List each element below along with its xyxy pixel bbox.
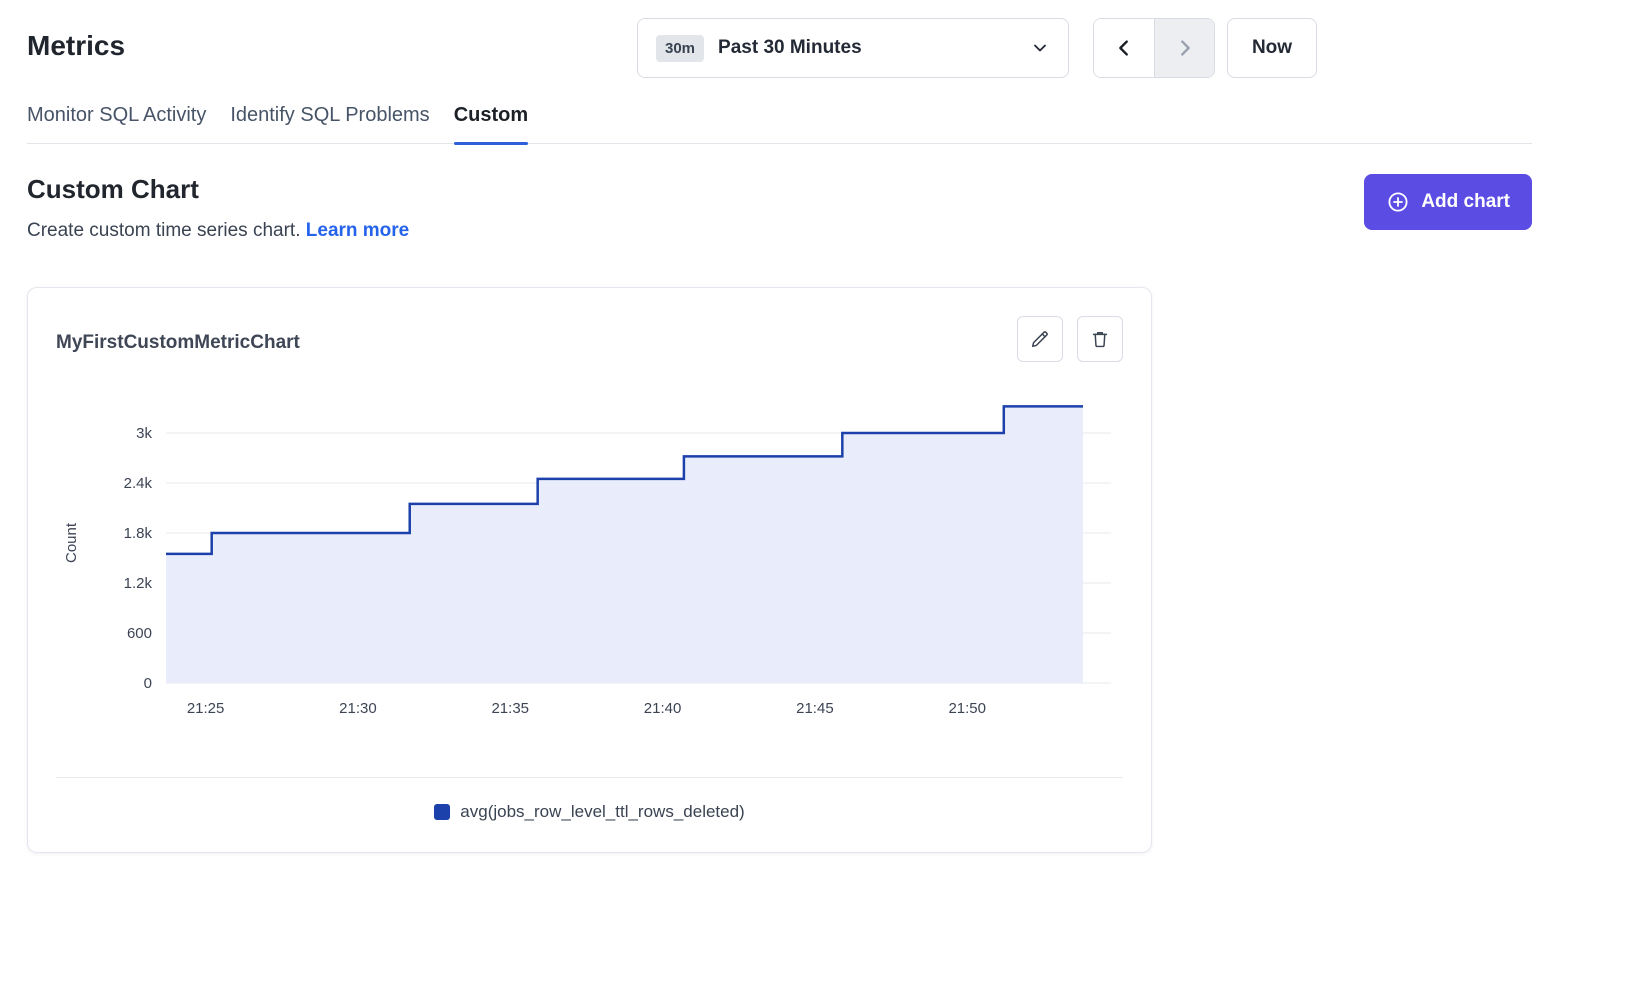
svg-text:3k: 3k <box>136 425 152 442</box>
time-range-label: Past 30 Minutes <box>718 37 1030 59</box>
time-range-dropdown[interactable]: 30m Past 30 Minutes <box>637 18 1069 78</box>
y-axis-label: Count <box>63 522 80 563</box>
now-button[interactable]: Now <box>1227 18 1317 78</box>
time-nav-group <box>1093 18 1215 78</box>
custom-chart-intro: Custom Chart Create custom time series c… <box>27 174 409 242</box>
custom-chart-title: Custom Chart <box>27 174 409 205</box>
plus-circle-icon <box>1386 190 1410 214</box>
time-series-plot: 0 600 1.2k 1.8k 2.4k 3k 21:25 21:30 21:35 21:40 21… <box>56 388 1125 733</box>
chart-card-actions <box>1017 316 1123 362</box>
svg-text:21:45: 21:45 <box>796 700 834 717</box>
custom-chart-header: Custom Chart Create custom time series c… <box>27 174 1532 242</box>
metrics-page: Metrics 30m Past 30 Minutes <box>27 0 1532 853</box>
chevron-right-icon <box>1174 37 1196 59</box>
edit-chart-button[interactable] <box>1017 316 1063 362</box>
top-bar: Metrics 30m Past 30 Minutes <box>27 0 1532 90</box>
custom-metric-chart-card: MyFirstCustomMetricChart 0 600 1.2k 1.8k 2.4… <box>27 287 1152 853</box>
custom-metric-chart[interactable]: 0 600 1.2k 1.8k 2.4k 3k 21:25 21:30 21:35 21:40 21… <box>56 388 1123 733</box>
chevron-left-icon <box>1113 37 1135 59</box>
previous-time-button[interactable] <box>1094 19 1154 77</box>
tab-custom[interactable]: Custom <box>454 104 528 143</box>
time-range-badge: 30m <box>656 35 704 62</box>
legend-series-label: avg(jobs_row_level_ttl_rows_deleted) <box>460 802 744 822</box>
legend-swatch <box>434 804 450 820</box>
svg-text:1.8k: 1.8k <box>124 525 153 542</box>
pencil-icon <box>1029 328 1051 350</box>
svg-text:21:40: 21:40 <box>644 700 682 717</box>
add-chart-label: Add chart <box>1421 191 1510 213</box>
next-time-button[interactable] <box>1154 19 1214 77</box>
learn-more-link[interactable]: Learn more <box>306 220 409 241</box>
subtitle-text: Create custom time series chart. <box>27 220 300 241</box>
trash-icon <box>1089 328 1111 350</box>
svg-text:21:35: 21:35 <box>491 700 529 717</box>
svg-text:2.4k: 2.4k <box>124 475 153 492</box>
svg-text:21:30: 21:30 <box>339 700 377 717</box>
tab-monitor-sql-activity[interactable]: Monitor SQL Activity <box>27 104 206 143</box>
custom-chart-subtitle: Create custom time series chart. Learn m… <box>27 220 409 242</box>
add-chart-button[interactable]: Add chart <box>1364 174 1532 230</box>
chevron-down-icon <box>1030 38 1050 58</box>
chart-card-title: MyFirstCustomMetricChart <box>56 332 300 354</box>
svg-text:600: 600 <box>127 625 152 642</box>
chart-legend: avg(jobs_row_level_ttl_rows_deleted) <box>56 802 1123 830</box>
tab-identify-sql-problems[interactable]: Identify SQL Problems <box>230 104 429 143</box>
svg-text:1.2k: 1.2k <box>124 575 153 592</box>
metrics-tabs: Monitor SQL Activity Identify SQL Proble… <box>27 104 1532 144</box>
svg-text:21:25: 21:25 <box>187 700 225 717</box>
legend-divider <box>56 777 1123 778</box>
chart-card-header: MyFirstCustomMetricChart <box>56 316 1123 362</box>
svg-text:21:50: 21:50 <box>948 700 986 717</box>
svg-text:0: 0 <box>144 675 152 692</box>
time-controls: 30m Past 30 Minutes Now <box>637 18 1317 78</box>
delete-chart-button[interactable] <box>1077 316 1123 362</box>
page-title: Metrics <box>27 30 125 62</box>
